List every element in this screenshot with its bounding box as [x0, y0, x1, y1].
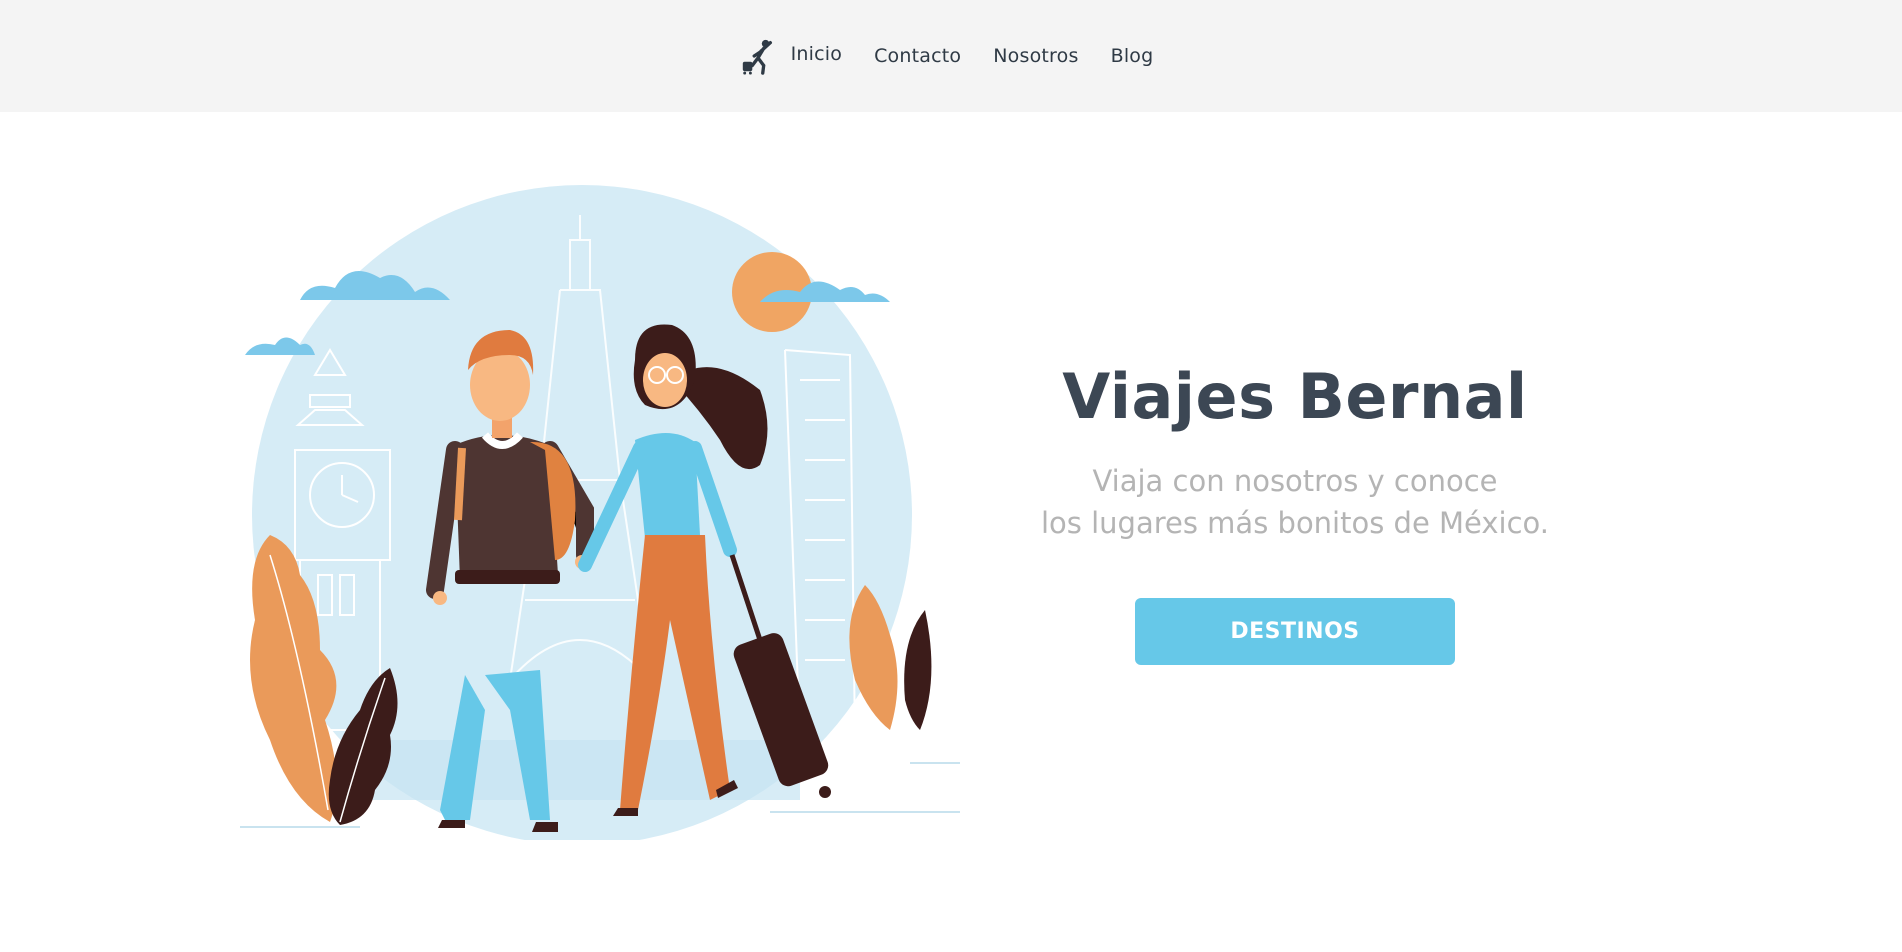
nav-link-inicio[interactable]: Inicio: [791, 43, 842, 65]
travel-couple-illustration: [240, 185, 960, 840]
running-traveler-icon[interactable]: [739, 37, 777, 75]
navbar: Inicio Contacto Nosotros Blog: [0, 0, 1902, 112]
nav-link-blog[interactable]: Blog: [1111, 45, 1154, 67]
hero-title: Viajes Bernal: [1062, 360, 1528, 433]
hero-subtitle-line1: Viaja con nosotros y conoce: [1092, 464, 1498, 499]
nav-link-contacto[interactable]: Contacto: [874, 45, 961, 67]
hero-subtitle: Viaja con nosotros y conoce los lugares …: [990, 460, 1600, 544]
hero-section: Viajes Bernal Viaja con nosotros y conoc…: [990, 360, 1600, 666]
destinos-button[interactable]: DESTINOS: [1135, 598, 1455, 666]
nav-link-nosotros[interactable]: Nosotros: [993, 45, 1078, 67]
hero-subtitle-line2: los lugares más bonitos de México.: [1040, 506, 1549, 541]
nav-menu: Inicio Contacto Nosotros Blog: [739, 37, 1154, 75]
